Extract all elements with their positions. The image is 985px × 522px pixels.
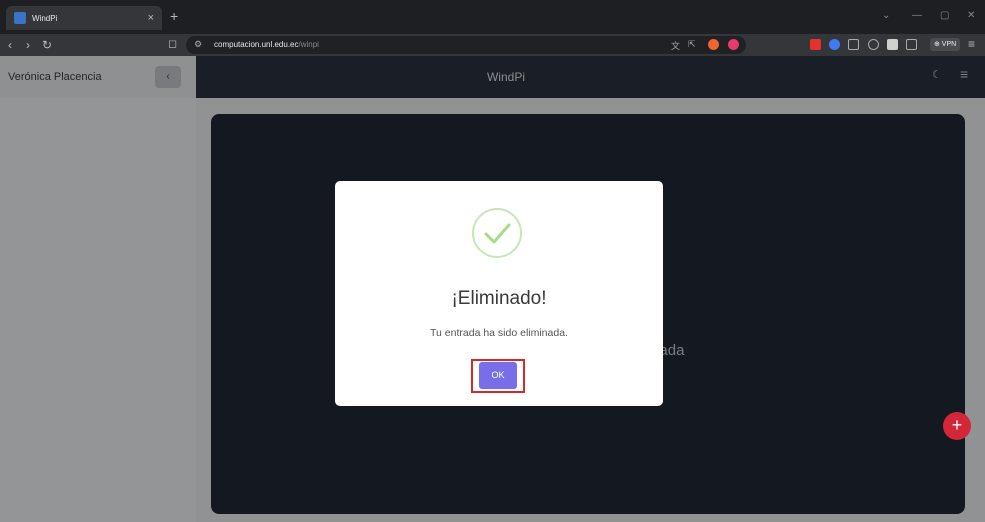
tab-close-icon[interactable]: × (148, 12, 154, 24)
url-path: /winpi (298, 40, 319, 49)
add-entry-button[interactable]: + (943, 412, 971, 440)
tab-title: WindPi (32, 13, 58, 23)
close-window-icon[interactable]: ✕ (967, 10, 975, 21)
forward-icon[interactable]: › (26, 38, 30, 52)
browser-tab[interactable]: WindPi × (6, 6, 162, 30)
vpn-button[interactable]: ⊕ VPN (930, 38, 961, 51)
browser-tab-bar: WindPi × + ⌄ — ▢ ✕ (0, 0, 985, 34)
back-icon[interactable]: ‹ (8, 38, 12, 52)
tab-search-icon[interactable]: ⌄ (882, 10, 890, 21)
maximize-icon[interactable]: ▢ (940, 10, 949, 21)
wallet-icon[interactable] (906, 39, 917, 50)
extensions-icon[interactable] (868, 39, 879, 50)
dialog-title: ¡Eliminado! (451, 288, 547, 309)
translate-icon[interactable]: 文 (671, 39, 680, 52)
dialog-message: Tu entrada ha sido eliminada. (430, 327, 568, 339)
url-text: computacion.unl.edu.ec/winpi (214, 40, 319, 49)
extension-grid-icon[interactable] (848, 39, 859, 50)
extension-m-icon[interactable] (810, 39, 821, 50)
favicon-icon (14, 12, 26, 24)
address-bar: ‹ › ↻ ◻ ⚙ computacion.unl.edu.ec/winpi 文… (0, 34, 985, 56)
brave-shield-icon[interactable] (708, 39, 719, 50)
bookmark-icon[interactable]: ◻ (168, 37, 177, 50)
ok-button[interactable]: OK (479, 362, 517, 389)
extension-g-icon[interactable] (829, 39, 840, 50)
alert-dialog: ¡Eliminado! Tu entrada ha sido eliminada… (335, 181, 663, 406)
share-icon[interactable]: ⇱ (688, 39, 696, 50)
reload-icon[interactable]: ↻ (42, 38, 52, 52)
sidebar-toggle-icon[interactable] (887, 39, 898, 50)
url-host: computacion.unl.edu.ec (214, 40, 299, 49)
brave-rewards-icon[interactable] (728, 39, 739, 50)
minimize-icon[interactable]: — (912, 10, 922, 21)
new-tab-button[interactable]: + (170, 8, 178, 24)
url-field[interactable]: ⚙ computacion.unl.edu.ec/winpi 文 ⇱ (186, 36, 746, 54)
menu-icon[interactable]: ≡ (968, 37, 975, 51)
site-info-icon[interactable]: ⚙ (194, 39, 202, 50)
check-circle-icon (472, 208, 522, 258)
